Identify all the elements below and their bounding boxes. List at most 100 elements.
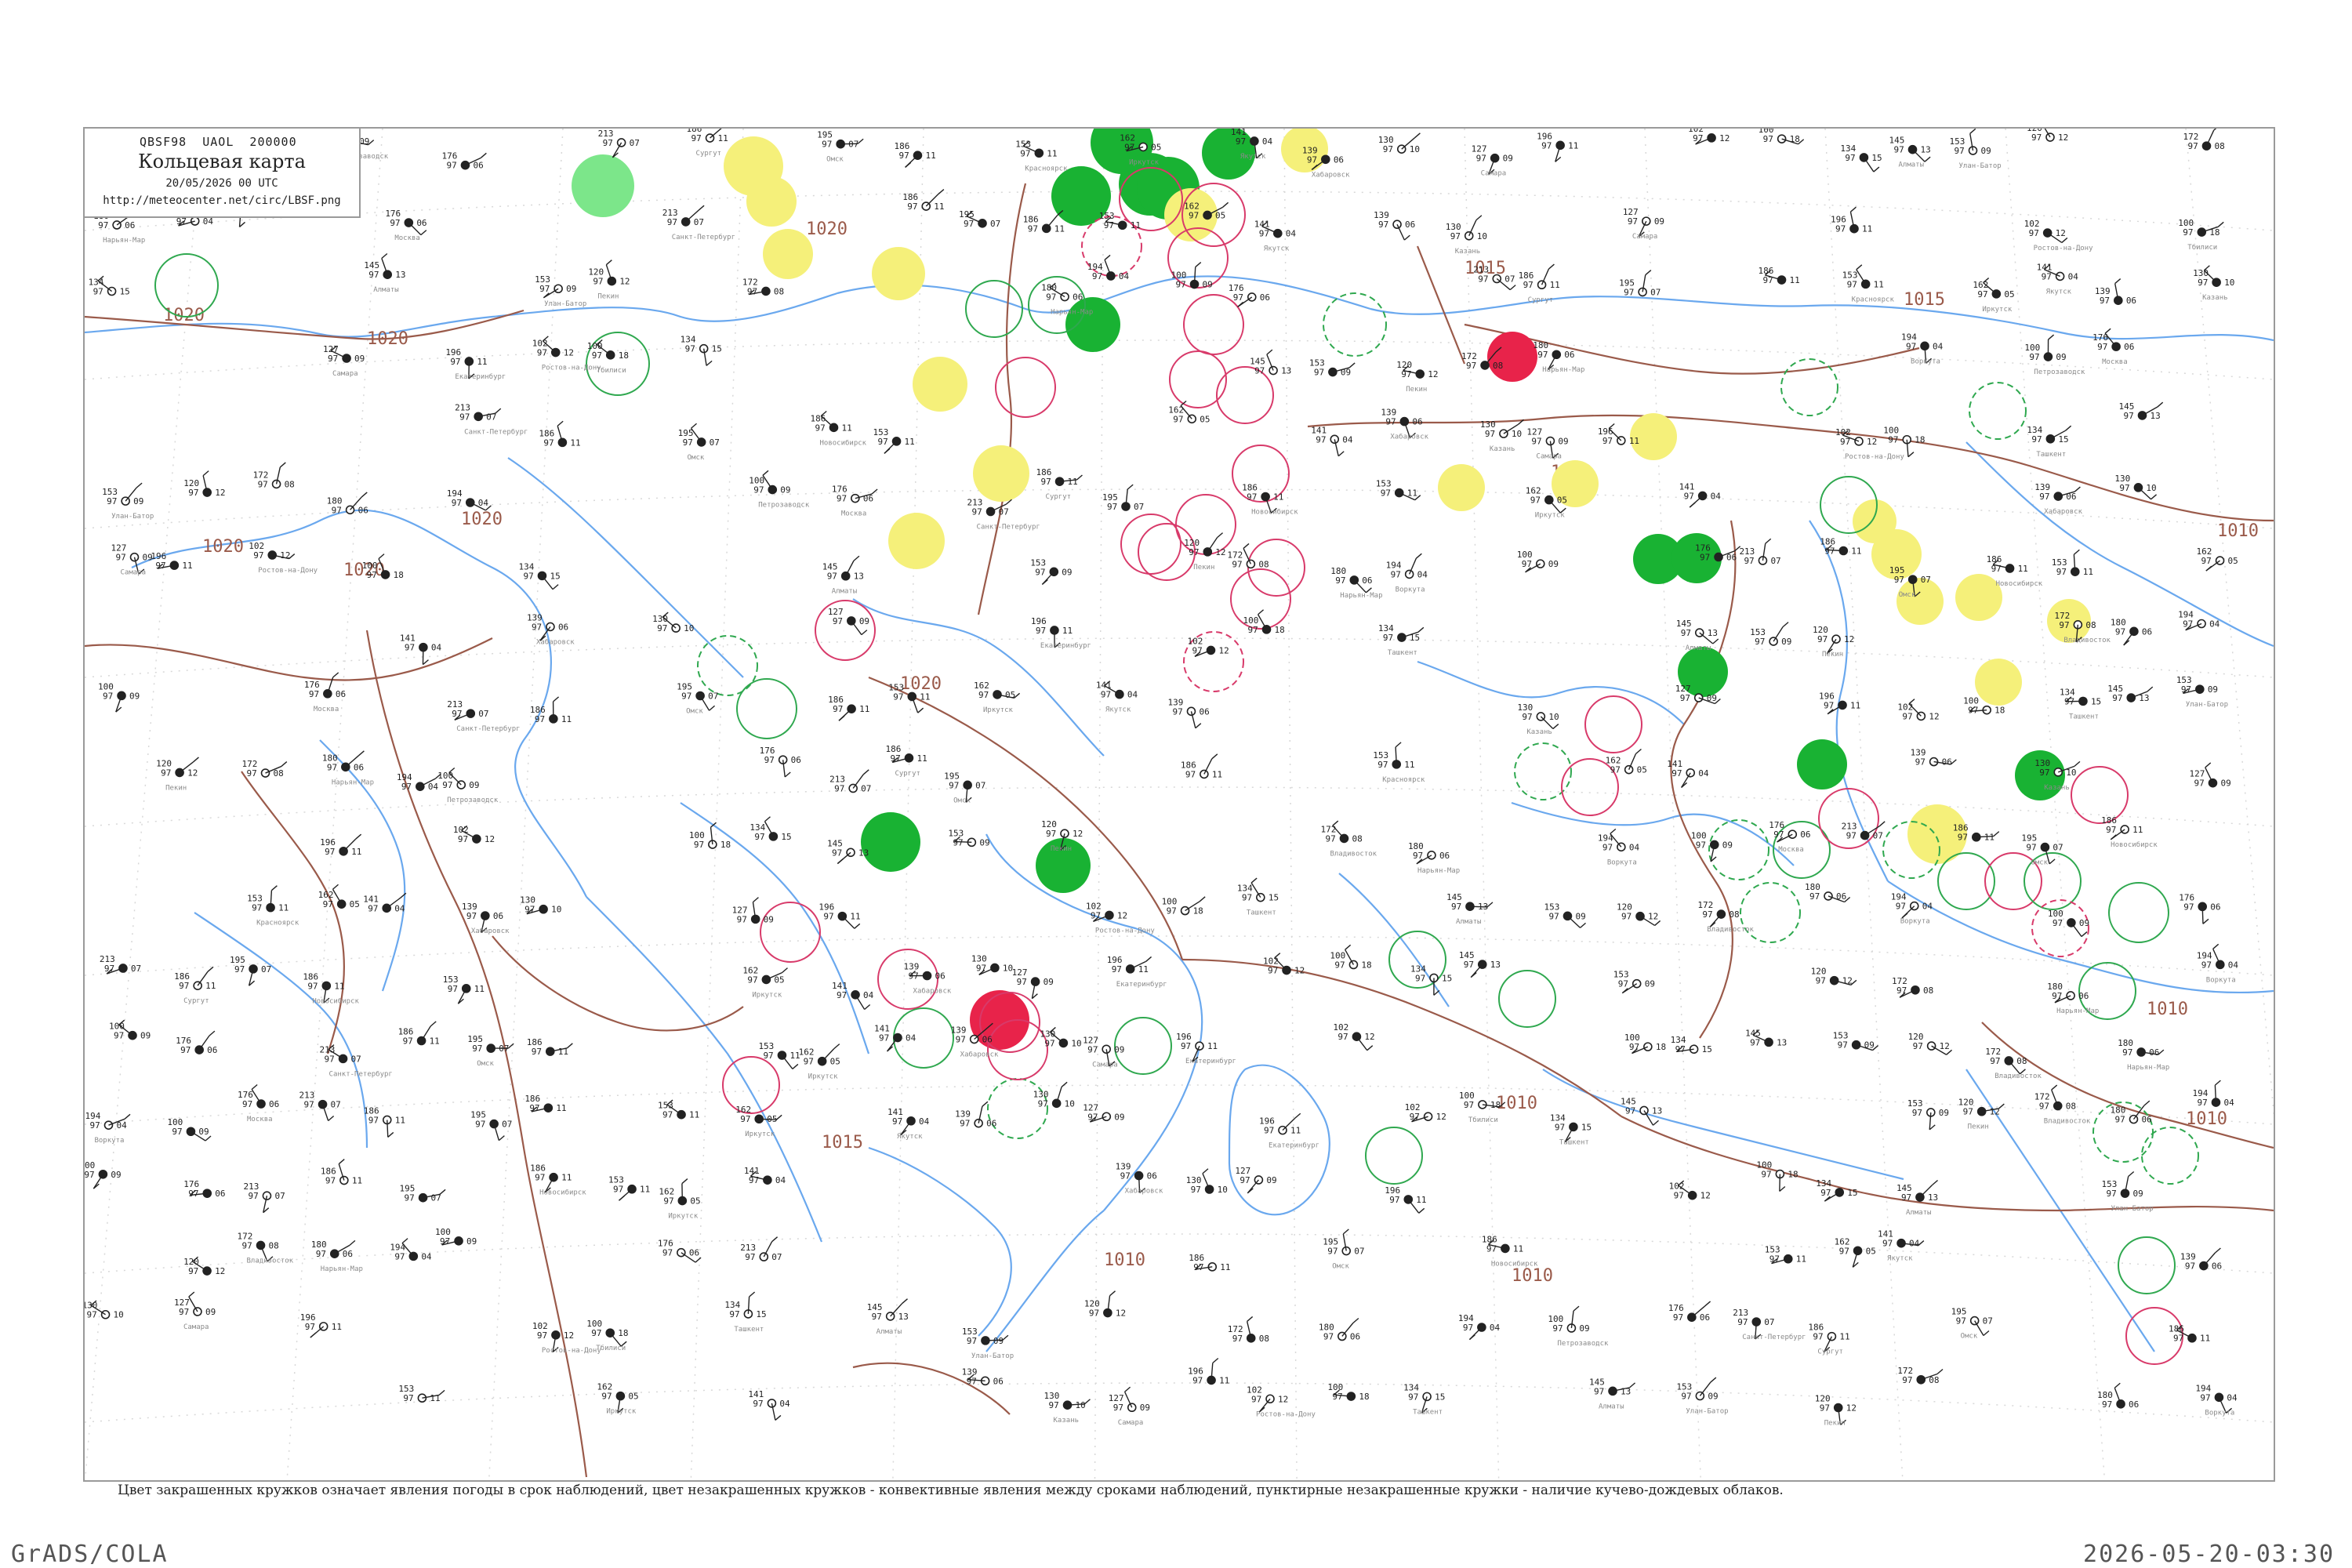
station-temp: 97	[729, 1309, 739, 1319]
wind-barb-feather	[1712, 638, 1719, 644]
station-temp: 97	[833, 704, 843, 714]
station-temp: 97	[823, 912, 833, 922]
station-dew: 06	[207, 1045, 217, 1055]
station-dew: 07	[331, 1100, 341, 1110]
station-name: Владивосток	[2044, 1118, 2091, 1126]
station-temp: 97	[1466, 361, 1476, 371]
station-plot: 13497 15	[518, 561, 561, 590]
wind-barb-feather	[853, 555, 860, 561]
station-plot: 10297 12	[1333, 1022, 1375, 1051]
station-dew: 11	[1550, 280, 1560, 290]
station-plot: 18697 11	[321, 1159, 362, 1186]
station-temp: 97	[1820, 1188, 1831, 1198]
station-name: Казань	[1054, 1417, 1080, 1425]
station-name: Алматы	[877, 1328, 902, 1336]
station-dew: 06	[935, 971, 946, 982]
station-dew: 09	[1575, 911, 1585, 921]
station-plot: 1949704Воркута	[1901, 332, 1944, 365]
station-plot: 19697 11	[818, 902, 861, 929]
isobar-label: 1010	[1496, 1094, 1537, 1113]
station-dew: 05	[690, 1196, 700, 1207]
station-symbol	[190, 216, 200, 226]
station-dew: 04	[1490, 1323, 1501, 1333]
station-temp: 97	[2201, 556, 2212, 566]
coastline	[868, 1146, 1012, 1337]
station-temp: 97	[179, 981, 189, 991]
station-dew: 08	[2214, 141, 2224, 151]
isobar-label: 1020	[202, 537, 244, 557]
station-temp: 97	[1036, 626, 1046, 636]
station-temp: 97	[472, 1044, 482, 1054]
station-temp: 97	[2097, 342, 2107, 352]
station-temp: 97	[401, 782, 412, 792]
station-plot: 18697 11	[398, 1021, 440, 1046]
station-name: Новосибирск	[539, 1189, 586, 1197]
station-dew: 04	[1909, 1239, 1920, 1249]
station-temp: 97	[1247, 492, 1257, 502]
weather-dot	[872, 247, 925, 300]
station-dew: 06	[689, 1248, 699, 1258]
station-name: Ростов-на-Дону	[1095, 927, 1155, 935]
station-temp: 97	[234, 964, 245, 975]
station-temp: 97	[1816, 976, 1826, 986]
station-temp: 97	[2197, 1098, 2207, 1108]
station-temp: 97	[1307, 154, 1317, 165]
station-plot: 21397 07Санкт-Петербург	[320, 1044, 393, 1078]
station-temp: 97	[104, 964, 114, 974]
station-temp: 97	[754, 832, 764, 842]
station-name: Нарьян-Мар	[1340, 592, 1382, 600]
station-temp: 97	[827, 572, 837, 582]
wind-barb-feather	[1710, 1377, 1717, 1383]
weather-dot	[973, 445, 1029, 502]
station-plot: 1949704Воркута	[1598, 828, 1639, 866]
wind-barb-feather	[605, 260, 612, 266]
station-temp: 97	[1334, 960, 1345, 970]
station-plot: 1309710	[1186, 1168, 1228, 1195]
station-dew: 18	[1790, 134, 1800, 144]
station-temp: 97	[535, 1173, 545, 1183]
station-dew: 06	[269, 1099, 279, 1109]
station-temp: 97	[1555, 1122, 1565, 1132]
station-dew: 06	[2149, 1047, 2159, 1058]
station-dew: 13	[1478, 902, 1488, 912]
station-name: Екатеринбург	[1269, 1142, 1319, 1150]
station-dew: 06	[1726, 552, 1737, 562]
station-temp: 97	[1176, 280, 1186, 290]
map-url: http://meteocenter.net/circ/LBSF.png	[103, 194, 341, 207]
station-temp: 97	[1522, 559, 1532, 569]
station-plot: 10097 18	[1162, 896, 1206, 916]
station-temp: 97	[1046, 829, 1056, 839]
station-temp: 97	[325, 1176, 336, 1186]
station-dew: 18	[1361, 960, 1371, 970]
station-plot: 21397 07	[243, 1181, 285, 1214]
station-dew: 18	[1788, 1170, 1798, 1180]
station-temp: 97	[1902, 1375, 1912, 1385]
station-temp: 97	[1389, 1195, 1399, 1205]
station-temp: 97	[1824, 700, 1834, 710]
station-name: Петрозаводск	[2034, 368, 2085, 376]
station-name: Алматы	[832, 588, 858, 596]
station-temp: 97	[1693, 133, 1703, 143]
station-plot: 14597 13Алматы	[1896, 1179, 1938, 1217]
station-plot: 15397 09	[948, 828, 989, 848]
station-dew: 18	[394, 570, 404, 580]
wind-barb-feather	[1250, 877, 1258, 884]
station-name: Самара	[1481, 170, 1507, 178]
station-temp: 97	[909, 971, 919, 982]
station-plot: 15397 09	[1613, 970, 1655, 994]
station-name: Владивосток	[1994, 1073, 2042, 1080]
station-plot: 13997 06	[1167, 697, 1210, 729]
station-temp: 97	[307, 981, 318, 991]
isobar-line	[1670, 520, 1737, 1039]
station-temp: 97	[1185, 769, 1196, 779]
station-dew: 11	[474, 984, 485, 994]
station-plot: 17297 08	[253, 462, 295, 489]
station-name: Алматы	[1456, 918, 1482, 926]
station-plot: 18697 11	[1023, 209, 1065, 234]
station-temp: 97	[1674, 1191, 1684, 1201]
station-temp: 97	[976, 963, 986, 973]
wind-barb-feather	[1237, 301, 1244, 307]
station-temp: 97	[1091, 910, 1101, 920]
station-temp: 97	[155, 561, 165, 571]
station-dew: 11	[1138, 964, 1149, 975]
